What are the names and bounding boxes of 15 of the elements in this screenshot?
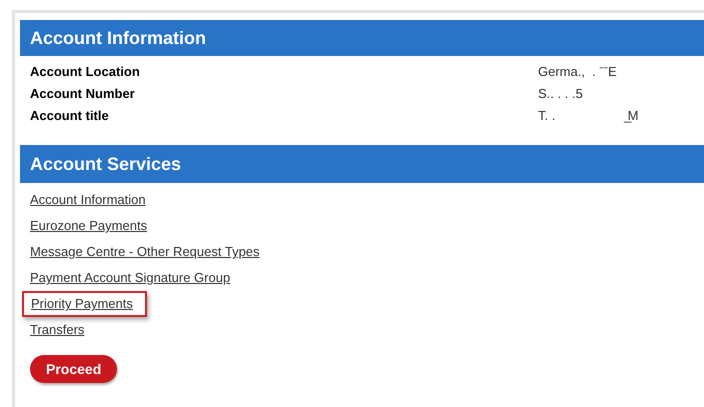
field-label: Account Location [29,63,141,82]
field-label: Account Number [29,85,136,104]
section-header: Account Services [20,145,704,183]
service-link[interactable]: Account Information [30,187,146,213]
field-value: T. . ̲M [538,107,638,126]
proceed-button[interactable]: Proceed [30,355,118,383]
section-header: Account Information [20,20,704,56]
service-link[interactable]: Transfers [30,317,84,343]
service-link[interactable]: Payment Account Signature Group [30,265,230,291]
field-value: S.. . . .5 [538,85,583,104]
service-link[interactable]: Message Centre - Other Request Types [30,239,260,265]
field-label: Account title [29,107,110,126]
field-value: Germa., . ˉˉE [538,63,617,82]
service-link[interactable]: Eurozone Payments [30,213,148,239]
service-link[interactable]: Priority Payments [22,291,147,317]
